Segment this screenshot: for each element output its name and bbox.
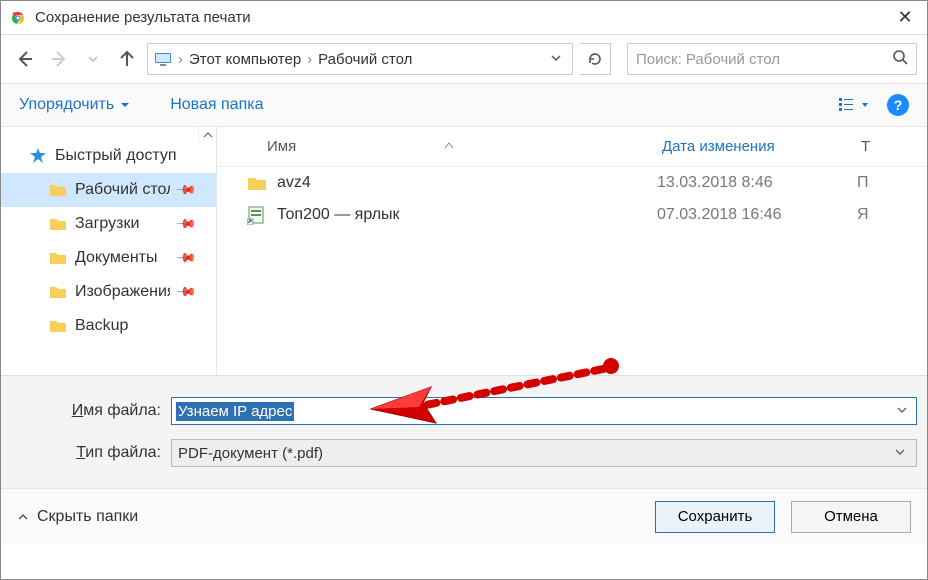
star-icon — [29, 147, 47, 165]
breadcrumb-current[interactable]: Рабочий стол — [318, 51, 412, 68]
column-name[interactable]: Имя — [217, 138, 657, 155]
filename-input[interactable]: Узнаем IP адрес — [171, 397, 917, 425]
recent-dropdown-icon[interactable] — [79, 45, 107, 73]
filetype-value: PDF-документ (*.pdf) — [178, 445, 323, 462]
sidebar-item-label: Документы — [75, 249, 157, 267]
separator-icon: › — [176, 51, 185, 68]
filetype-label: Тип файла: — [11, 444, 171, 462]
folder-icon — [49, 249, 67, 267]
filename-value: Узнаем IP адрес — [176, 402, 294, 421]
column-type[interactable]: Т — [857, 138, 870, 155]
sidebar-item-desktop[interactable]: Рабочий стол 📌 — [1, 173, 216, 207]
filetype-select[interactable]: PDF-документ (*.pdf) — [171, 439, 917, 467]
folder-icon — [247, 173, 267, 193]
chevron-down-icon[interactable] — [892, 403, 912, 420]
sidebar-quick-access[interactable]: Быстрый доступ — [1, 139, 216, 173]
organize-button[interactable]: Упорядочить — [19, 96, 130, 114]
sidebar-item-label: Загрузки — [75, 215, 139, 233]
sidebar-item-documents[interactable]: Документы 📌 — [1, 241, 216, 275]
folder-icon — [49, 283, 67, 301]
search-input[interactable]: Поиск: Рабочий стол — [627, 43, 917, 75]
back-button[interactable] — [11, 45, 39, 73]
file-pane: Имя Дата изменения Т avz4 13.03.2018 8:4… — [217, 127, 927, 375]
sidebar-item-label: Быстрый доступ — [55, 147, 177, 165]
file-name: avz4 — [277, 174, 311, 192]
sidebar-item-label: Изображения — [75, 283, 170, 301]
save-button[interactable]: Сохранить — [655, 501, 775, 533]
breadcrumb-root[interactable]: Этот компьютер — [189, 51, 301, 68]
chevron-down-icon[interactable] — [890, 445, 910, 462]
sidebar-item-downloads[interactable]: Загрузки 📌 — [1, 207, 216, 241]
nav-row: › Этот компьютер › Рабочий стол Поиск: Р… — [1, 35, 927, 83]
sidebar-item-label: Рабочий стол — [75, 181, 170, 199]
file-date: 07.03.2018 16:46 — [657, 206, 857, 224]
chrome-icon — [9, 9, 27, 27]
sidebar: Быстрый доступ Рабочий стол 📌 Загрузки 📌… — [1, 127, 217, 375]
separator-icon: › — [305, 51, 314, 68]
sidebar-item-pictures[interactable]: Изображения 📌 — [1, 275, 216, 309]
folder-icon — [49, 215, 67, 233]
cancel-button[interactable]: Отмена — [791, 501, 911, 533]
file-type: Я — [857, 206, 869, 224]
main-split: Быстрый доступ Рабочий стол 📌 Загрузки 📌… — [1, 127, 927, 375]
hide-folders-button[interactable]: Скрыть папки — [17, 508, 138, 526]
folder-icon — [49, 181, 67, 199]
new-folder-button[interactable]: Новая папка — [170, 96, 263, 114]
sidebar-item-label: Backup — [75, 317, 128, 335]
bottom-form: Имя файла: Узнаем IP адрес Тип файла: PD… — [1, 375, 927, 488]
footer: Скрыть папки Сохранить Отмена — [1, 488, 927, 544]
titlebar: Сохранение результата печати ✕ — [1, 1, 927, 35]
file-header: Имя Дата изменения Т — [217, 127, 927, 167]
shortcut-icon — [247, 205, 267, 225]
pin-icon: 📌 — [175, 213, 198, 236]
close-icon[interactable]: ✕ — [891, 7, 919, 28]
file-name: Топ200 — ярлык — [277, 206, 400, 224]
view-options-button[interactable] — [839, 98, 869, 112]
this-pc-icon — [154, 50, 172, 68]
forward-button — [45, 45, 73, 73]
search-placeholder: Поиск: Рабочий стол — [636, 51, 780, 68]
breadcrumb-dropdown-icon[interactable] — [546, 51, 566, 68]
scrollbar-up-icon[interactable] — [198, 127, 216, 143]
pin-icon: 📌 — [175, 179, 198, 202]
filename-label: Имя файла: — [11, 402, 171, 420]
column-date[interactable]: Дата изменения — [657, 138, 857, 155]
window-title: Сохранение результата печати — [35, 9, 891, 26]
file-type: П — [857, 174, 869, 192]
up-button[interactable] — [113, 45, 141, 73]
folder-icon — [49, 317, 67, 335]
breadcrumb[interactable]: › Этот компьютер › Рабочий стол — [147, 43, 573, 75]
pin-icon: 📌 — [175, 281, 198, 304]
refresh-button[interactable] — [579, 43, 611, 75]
file-row[interactable]: Топ200 — ярлык 07.03.2018 16:46 Я — [217, 199, 927, 231]
search-icon — [892, 49, 908, 69]
toolbar: Упорядочить Новая папка ? — [1, 83, 927, 127]
help-button[interactable]: ? — [887, 94, 909, 116]
pin-icon: 📌 — [175, 247, 198, 270]
file-date: 13.03.2018 8:46 — [657, 174, 857, 192]
sort-ascending-icon — [444, 141, 454, 152]
sidebar-item-backup[interactable]: Backup — [1, 309, 216, 343]
file-row[interactable]: avz4 13.03.2018 8:46 П — [217, 167, 927, 199]
